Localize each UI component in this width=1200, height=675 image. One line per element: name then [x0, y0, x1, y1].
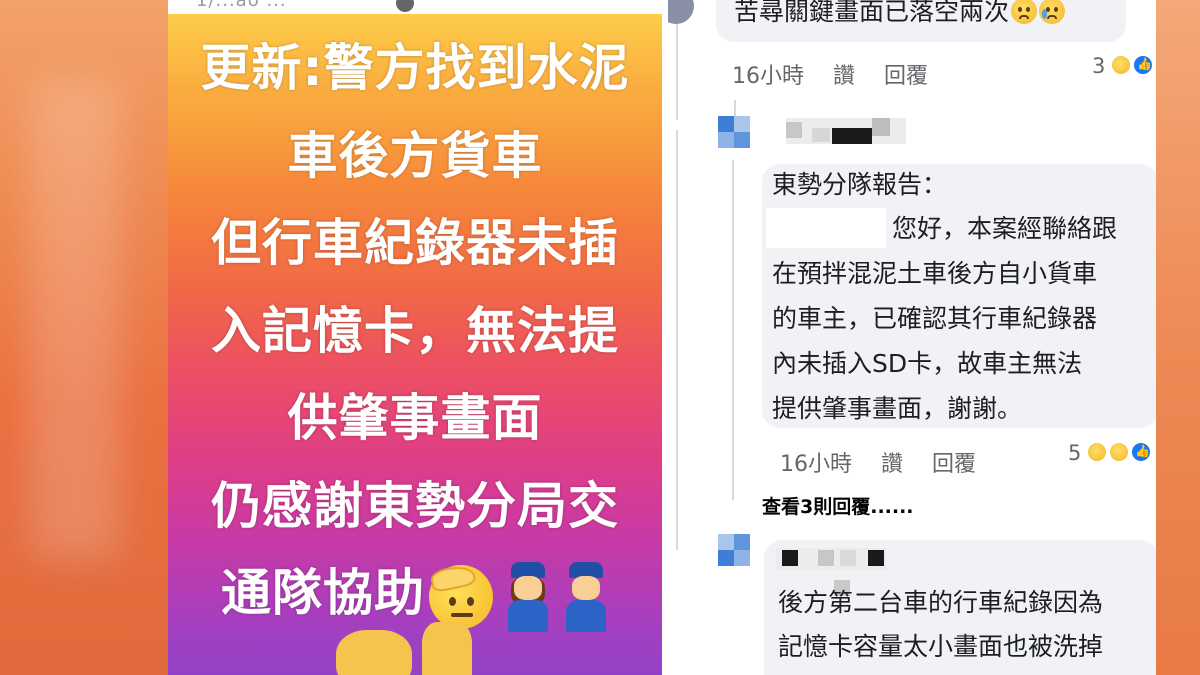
- redacted-mention: [766, 208, 886, 248]
- sad-reaction-icon: [1108, 441, 1130, 463]
- comment-line: 您好，本案經聯絡跟: [892, 214, 1118, 243]
- reaction-count[interactable]: 5: [1068, 441, 1081, 465]
- like-link[interactable]: 讚: [833, 64, 855, 89]
- story-more-icon[interactable]: [396, 0, 414, 12]
- comments-panel: 苦尋關鍵畫面已落空兩次 16小時 讚 回覆 3 東勢分隊報告： 您好，本案經聯絡…: [668, 0, 1156, 675]
- story-line-text: 通隊協助: [221, 564, 425, 622]
- comment-line: 提供肇事畫面，謝謝。: [772, 394, 1023, 423]
- crying-face-icon: [1039, 0, 1066, 24]
- thumbs-up-icon: [422, 622, 472, 675]
- redacted-name: [776, 548, 886, 570]
- avatar[interactable]: [668, 0, 694, 24]
- story-header-text: 1/...ao ...: [196, 0, 287, 11]
- reaction-count[interactable]: 3: [1092, 54, 1105, 78]
- comment-bubble: 東勢分隊報告： 您好，本案經聯絡跟 在預拌混泥土車後方自小貨車 的車主，已確認其…: [762, 164, 1156, 428]
- comment-line: 後方第二台車的行車紀錄因為: [778, 588, 1104, 617]
- story-line-with-emojis: 通隊協助: [168, 551, 662, 639]
- redacted-name: [786, 118, 906, 144]
- blurred-left-margin: [0, 0, 168, 675]
- story-line: 車後方貨車: [287, 126, 543, 185]
- comment-line: 東勢分隊報告：: [772, 170, 948, 199]
- story-text: 更新:警方找到水泥 車後方貨車 但行車紀錄器未插 入記憶卡，無法提 供肇事畫面 …: [168, 26, 662, 639]
- avatar[interactable]: [718, 116, 750, 148]
- thread-line: [732, 160, 734, 500]
- story-line: 但行車紀錄器未插: [211, 214, 619, 272]
- story-line: 更新:警方找到水泥: [200, 39, 630, 97]
- comment-line: 在預拌混泥土車後方自小貨車: [772, 259, 1098, 288]
- saluting-face-icon: [429, 562, 493, 629]
- blurred-right-margin: [1156, 0, 1200, 675]
- story-panel: 1/...ao ... 更新:警方找到水泥 車後方貨車 但行車紀錄器未插 入記憶…: [168, 0, 662, 675]
- thread-line: [676, 130, 678, 550]
- reply-link[interactable]: 回覆: [884, 64, 928, 89]
- reply-link[interactable]: 回覆: [932, 452, 976, 477]
- story-line: 供肇事畫面: [287, 389, 543, 447]
- police-officer-icon: [563, 561, 609, 632]
- like-reaction-icon: [1130, 441, 1152, 463]
- comment-bubble: 苦尋關鍵畫面已落空兩次: [716, 0, 1126, 42]
- comment-text-content: 苦尋關鍵畫面已落空兩次: [734, 0, 1010, 26]
- wow-reaction-icon: [1086, 441, 1108, 463]
- sad-reaction-icon: [1110, 54, 1132, 76]
- comment-time[interactable]: 16小時: [780, 452, 852, 477]
- comment-meta: 16小時 讚 回覆: [732, 58, 950, 90]
- avatar[interactable]: [718, 534, 750, 566]
- story-line: 入記憶卡，無法提: [211, 301, 619, 360]
- comment-time[interactable]: 16小時: [732, 64, 804, 89]
- comment-line: 內未插入SD卡，故車主無法: [772, 349, 1083, 378]
- sad-face-icon: [1011, 0, 1038, 24]
- comment-text: 苦尋關鍵畫面已落空兩次: [734, 0, 1066, 30]
- handshake-icon: [336, 630, 412, 675]
- like-link[interactable]: 讚: [881, 452, 903, 477]
- comment-meta: 16小時 讚 回覆: [780, 446, 998, 478]
- comment-line: 記憶卡容量太小畫面也被洗掉: [778, 632, 1104, 661]
- comment-bubble: 後方第二台車的行車紀錄因為 記憶卡容量太小畫面也被洗掉: [764, 540, 1156, 675]
- like-reaction-icon: [1132, 54, 1154, 76]
- comment-line: 的車主，已確認其行車紀錄器: [772, 304, 1098, 333]
- story-header: 1/...ao ...: [168, 0, 662, 14]
- view-replies-link[interactable]: 查看3則回覆......: [762, 492, 914, 519]
- woman-police-officer-icon: [505, 561, 551, 632]
- story-line: 仍感謝東勢分局交: [211, 476, 619, 535]
